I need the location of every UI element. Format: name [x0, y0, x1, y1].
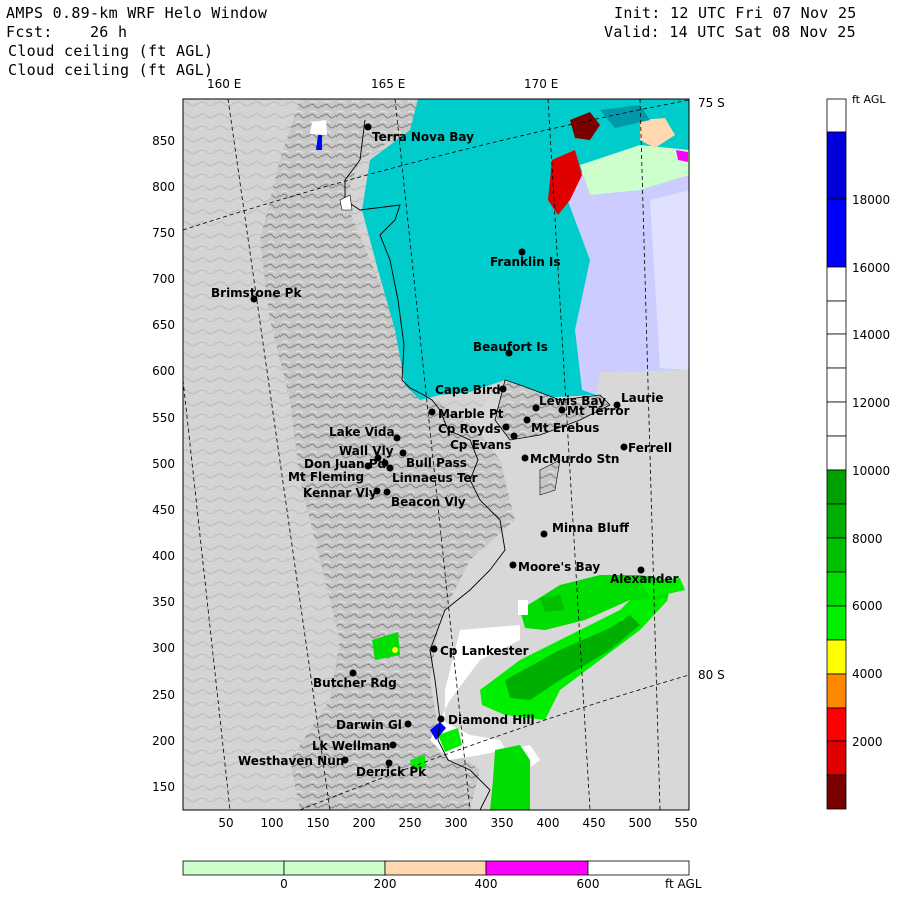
svg-text:Beaufort Is: Beaufort Is: [473, 340, 548, 354]
station-moores-bay[interactable]: Moore's Bay: [509, 560, 601, 574]
station-cp-lankester[interactable]: Cp Lankester: [430, 644, 529, 658]
svg-text:Cape Bird: Cape Bird: [435, 383, 501, 397]
svg-text:Brimstone Pk: Brimstone Pk: [211, 286, 302, 300]
hbar-unit: ft AGL: [665, 877, 702, 891]
colorbar-unit: ft AGL: [852, 93, 886, 106]
map-canvas: Terra Nova Bay Franklin Is Brimstone Pk …: [182, 98, 847, 876]
svg-text:Butcher Rdg: Butcher Rdg: [313, 676, 397, 690]
station-cape-bird[interactable]: Cape Bird: [435, 383, 507, 397]
svg-text:Kennar Vly: Kennar Vly: [303, 486, 377, 500]
svg-text:Ferrell: Ferrell: [628, 441, 672, 455]
cb-tick-2000: 2000: [852, 735, 883, 749]
svg-text:Cp Evans: Cp Evans: [450, 438, 511, 452]
svg-text:Wall Vly: Wall Vly: [339, 444, 394, 458]
station-don-juan-pd[interactable]: Don Juan Pd: [304, 457, 389, 471]
ceiling-colorbar: [826, 98, 847, 810]
svg-text:Terra Nova Bay: Terra Nova Bay: [372, 130, 474, 144]
svg-text:Marble Pt: Marble Pt: [438, 407, 504, 421]
cb-tick-14000: 14000: [852, 328, 891, 342]
svg-text:McMurdo Stn: McMurdo Stn: [530, 452, 619, 466]
cb-tick-18000: 18000: [852, 193, 891, 207]
cb-tick-16000: 16000: [852, 261, 891, 275]
hb-tick-600: 600: [576, 877, 600, 891]
svg-text:Moore's Bay: Moore's Bay: [518, 560, 600, 574]
station-cp-royds[interactable]: Cp Royds: [438, 422, 510, 436]
station-lk-wellman[interactable]: Lk Wellman: [312, 739, 397, 753]
hb-tick-0: 0: [280, 877, 288, 891]
cb-tick-12000: 12000: [852, 396, 891, 410]
svg-text:Diamond Hill: Diamond Hill: [448, 713, 535, 727]
low-ceiling-colorbar: [182, 860, 690, 876]
svg-text:Lake Vida: Lake Vida: [329, 425, 395, 439]
map-window: AMPS 0.89-km WRF Helo Window Fcst: 26 h …: [0, 0, 900, 900]
cb-tick-6000: 6000: [852, 599, 883, 613]
svg-text:Beacon Vly: Beacon Vly: [391, 495, 466, 509]
svg-text:Darwin Gl: Darwin Gl: [336, 718, 402, 732]
station-mt-terror[interactable]: Mt Terror: [558, 404, 630, 418]
station-ferrell[interactable]: Ferrell: [620, 441, 673, 455]
svg-text:Cp Royds: Cp Royds: [438, 422, 501, 436]
station-westhaven-nun[interactable]: Westhaven Nun: [238, 754, 349, 768]
svg-text:Linnaeus Ter: Linnaeus Ter: [392, 471, 478, 485]
svg-text:Cp Lankester: Cp Lankester: [440, 644, 529, 658]
cb-tick-10000: 10000: [852, 464, 891, 478]
station-darwin-gl[interactable]: Darwin Gl: [336, 718, 412, 732]
svg-text:Mt Terror: Mt Terror: [567, 404, 630, 418]
cb-tick-4000: 4000: [852, 667, 883, 681]
svg-text:Don Juan Pd: Don Juan Pd: [304, 457, 386, 471]
station-mcmurdo-stn[interactable]: McMurdo Stn: [521, 452, 620, 466]
hb-tick-400: 400: [474, 877, 498, 891]
svg-text:Minna Bluff: Minna Bluff: [552, 521, 629, 535]
station-marble-pt[interactable]: Marble Pt: [428, 407, 504, 421]
svg-text:Mt Fleming: Mt Fleming: [288, 470, 364, 484]
svg-text:Alexander: Alexander: [610, 572, 679, 586]
svg-text:Bull Pass: Bull Pass: [406, 456, 467, 470]
cb-tick-8000: 8000: [852, 532, 883, 546]
svg-text:Franklin Is: Franklin Is: [490, 255, 561, 269]
svg-text:Lk Wellman: Lk Wellman: [312, 739, 390, 753]
hb-tick-200: 200: [373, 877, 397, 891]
svg-text:Laurie: Laurie: [621, 391, 663, 405]
svg-text:Derrick Pk: Derrick Pk: [356, 765, 427, 779]
svg-text:Mt Erebus: Mt Erebus: [531, 421, 599, 435]
svg-text:Westhaven Nun: Westhaven Nun: [238, 754, 344, 768]
station-kennar-vly[interactable]: Kennar Vly: [303, 486, 381, 500]
station-diamond-hill[interactable]: Diamond Hill: [437, 713, 535, 727]
